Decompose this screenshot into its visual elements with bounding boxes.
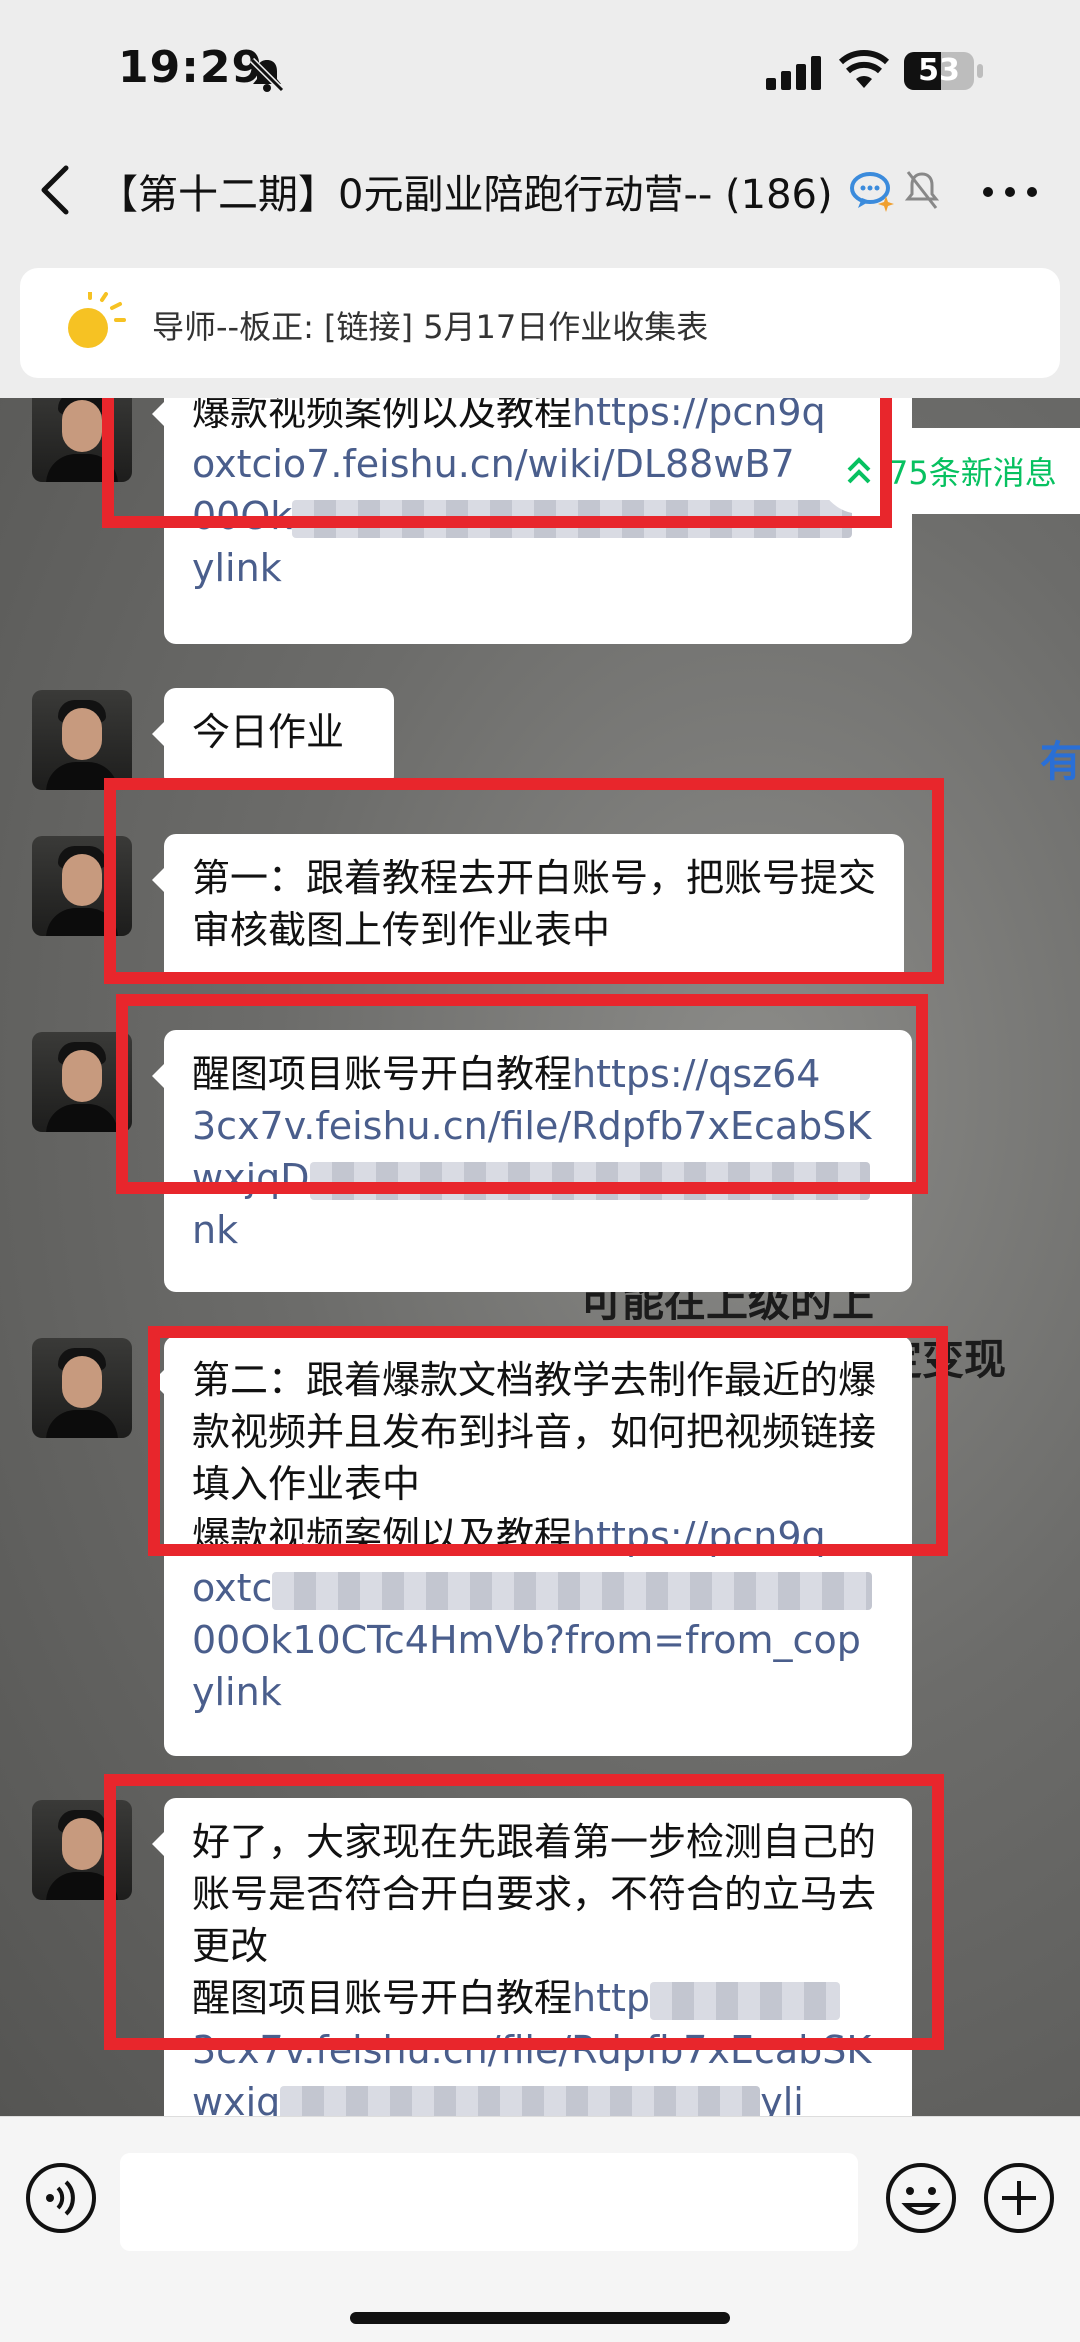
message-link[interactable]: ylink [192, 1670, 282, 1714]
wifi-icon [838, 50, 890, 88]
redacted-link [280, 2085, 761, 2116]
sender-avatar[interactable] [32, 1338, 132, 1438]
message-link[interactable]: yli [760, 2080, 804, 2116]
message-link[interactable]: 00Ok10CTc4HmVb?from=from_cop [192, 1618, 861, 1662]
message-text-input[interactable] [120, 2153, 858, 2251]
group-chat-bubble-icon[interactable] [848, 168, 896, 214]
message-link[interactable]: oxtc [192, 1566, 272, 1610]
battery-indicator: 53 [904, 52, 984, 92]
annotation-box [104, 1774, 944, 2050]
message-bubble[interactable]: 今日作业 [152, 688, 394, 788]
home-indicator [350, 2312, 730, 2324]
redacted-link [272, 1571, 873, 1610]
message-link[interactable]: ylink [192, 546, 282, 590]
message-link[interactable]: nk [192, 1208, 238, 1252]
status-time: 19:29 [118, 42, 264, 93]
annotation-box [102, 398, 892, 528]
add-attachment-icon[interactable] [982, 2161, 1056, 2235]
sender-avatar[interactable] [32, 690, 132, 790]
annotation-box [116, 994, 928, 1194]
pinned-text: 导师--板正: [链接] 5月17日作业收集表 [152, 308, 709, 346]
message-link[interactable]: wxjq [192, 2080, 280, 2116]
do-not-disturb-icon [249, 57, 285, 93]
new-messages-label: 75条新消息 [888, 454, 1057, 492]
chat-messages-area[interactable]: 可能在上级的上 定变现 有 爆款视频案例以及教程https://pcn9q ox… [0, 398, 1080, 2116]
battery-percent: 53 [918, 53, 960, 88]
annotation-box [104, 778, 944, 984]
message-input-bar [0, 2116, 1080, 2342]
annotation-box [148, 1326, 948, 1556]
more-options-icon[interactable] [982, 186, 1038, 198]
back-arrow-icon[interactable] [36, 160, 76, 220]
sun-icon [68, 292, 126, 348]
cellular-signal-icon [766, 56, 821, 90]
mute-notifications-icon[interactable] [902, 168, 942, 212]
background-text: 有 [1040, 737, 1080, 786]
emoji-icon[interactable] [884, 2161, 958, 2235]
pinned-announcement[interactable]: 导师--板正: [链接] 5月17日作业收集表 [20, 268, 1060, 378]
chat-title: 【第十二期】0元副业陪跑行动营-- (186) [98, 172, 833, 218]
voice-input-icon[interactable] [24, 2161, 98, 2235]
message-text: 今日作业 [192, 710, 345, 754]
